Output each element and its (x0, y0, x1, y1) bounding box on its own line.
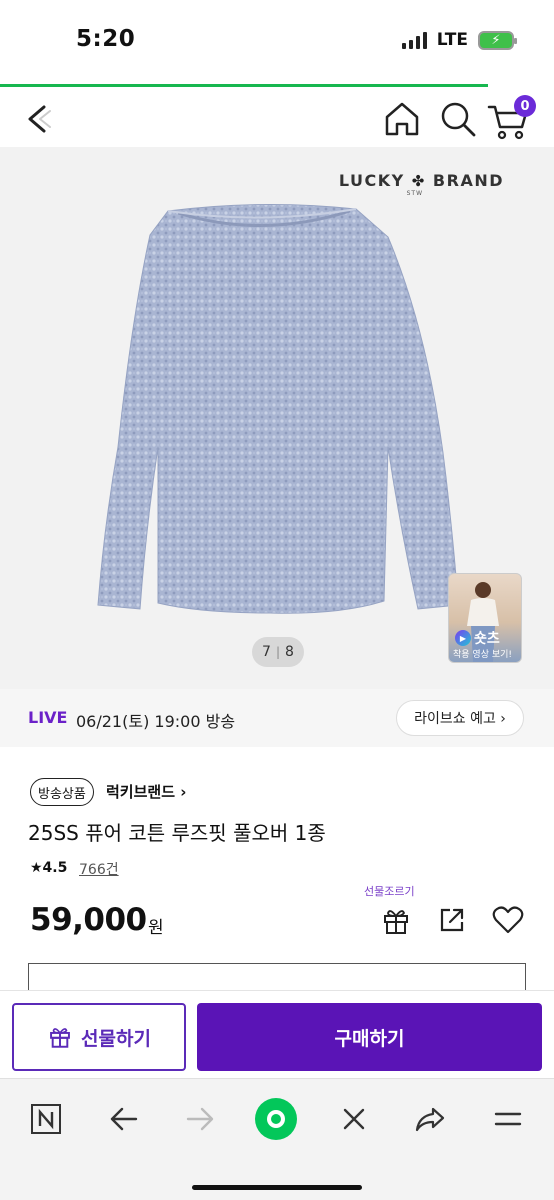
shorts-label-text: 숏츠 (474, 631, 500, 647)
image-counter-current: 7 (262, 644, 271, 660)
battery-charging-icon: ⚡ (478, 30, 517, 50)
gift-button-label: 선물하기 (81, 1027, 151, 1050)
price-unit: 원 (148, 918, 164, 938)
chevron-left-icon (28, 105, 51, 133)
browser-forward-button[interactable] (180, 1099, 220, 1139)
product-title: 25SS 퓨어 코튼 루즈핏 풀오버 1종 (28, 821, 326, 845)
browser-toolbar (0, 1078, 554, 1200)
green-dot-icon (255, 1098, 297, 1140)
status-indicators: LTE ⚡ (401, 30, 517, 50)
rating-score: ★4.5 (30, 860, 68, 876)
home-indicator[interactable] (192, 1185, 362, 1190)
broadcast-product-badge: 방송상품 (30, 778, 94, 806)
product-price: 59,000 (30, 902, 147, 938)
shorts-caption: 착용 영상 보기! (453, 650, 513, 660)
gift-request-button[interactable] (380, 905, 412, 937)
share-arrow-icon (415, 1107, 445, 1132)
gift-button[interactable]: 선물하기 (12, 1003, 186, 1071)
search-button[interactable] (436, 97, 480, 141)
image-counter: 7 | 8 (252, 637, 304, 667)
signal-icon (401, 31, 427, 49)
arrow-left-icon (110, 1107, 138, 1131)
product-image-carousel[interactable]: LUCKY ✤ BRAND STW 7 | 8 ▶ 숏츠 착용 영상 보기! (0, 147, 554, 689)
home-button[interactable] (380, 97, 424, 141)
close-tab-button[interactable] (334, 1099, 374, 1139)
close-icon (343, 1108, 365, 1130)
shorts-video-thumbnail[interactable]: ▶ 숏츠 착용 영상 보기! (448, 573, 522, 663)
live-broadcast-bar: LIVE 06/21(토) 19:00 방송 라이브쇼 예고 › (0, 689, 554, 747)
app-header: 0 (0, 87, 554, 147)
hamburger-menu-icon (494, 1112, 522, 1126)
menu-button[interactable] (488, 1099, 528, 1139)
naver-home-button[interactable] (26, 1099, 66, 1139)
live-tag: LIVE (28, 708, 68, 727)
share-icon (440, 908, 464, 932)
live-schedule: 06/21(토) 19:00 방송 (76, 712, 236, 731)
status-time: 5:20 (76, 26, 136, 52)
search-icon (441, 102, 476, 137)
shorts-label: ▶ 숏츠 (455, 628, 500, 648)
image-counter-total: 8 (285, 644, 294, 660)
review-count-link[interactable]: 766건 (79, 859, 119, 879)
heart-icon (492, 906, 524, 934)
browser-back-button[interactable] (104, 1099, 144, 1139)
live-preview-button[interactable]: 라이브쇼 예고 › (396, 700, 524, 736)
share-page-button[interactable] (410, 1099, 450, 1139)
brand-store-link[interactable]: 럭키브랜드 › (106, 781, 186, 802)
gift-icon (384, 910, 408, 934)
green-dot-button[interactable] (250, 1093, 302, 1145)
home-icon (385, 102, 419, 136)
status-bar: 5:20 LTE ⚡ (0, 0, 554, 84)
play-icon: ▶ (455, 630, 471, 646)
arrow-right-icon (186, 1107, 214, 1131)
share-button[interactable] (437, 905, 467, 935)
cart-count-badge: 0 (514, 95, 536, 117)
gift-icon (50, 1028, 70, 1048)
like-button[interactable] (492, 905, 524, 935)
naver-n-icon (31, 1104, 61, 1134)
back-button[interactable] (20, 99, 60, 139)
network-type: LTE (436, 30, 468, 50)
purchase-bar: 선물하기 구매하기 (0, 990, 554, 1078)
cart-button[interactable]: 0 (486, 95, 536, 143)
gift-request-hint: 선물조르기 (364, 885, 415, 898)
purchase-button[interactable]: 구매하기 (197, 1003, 542, 1071)
